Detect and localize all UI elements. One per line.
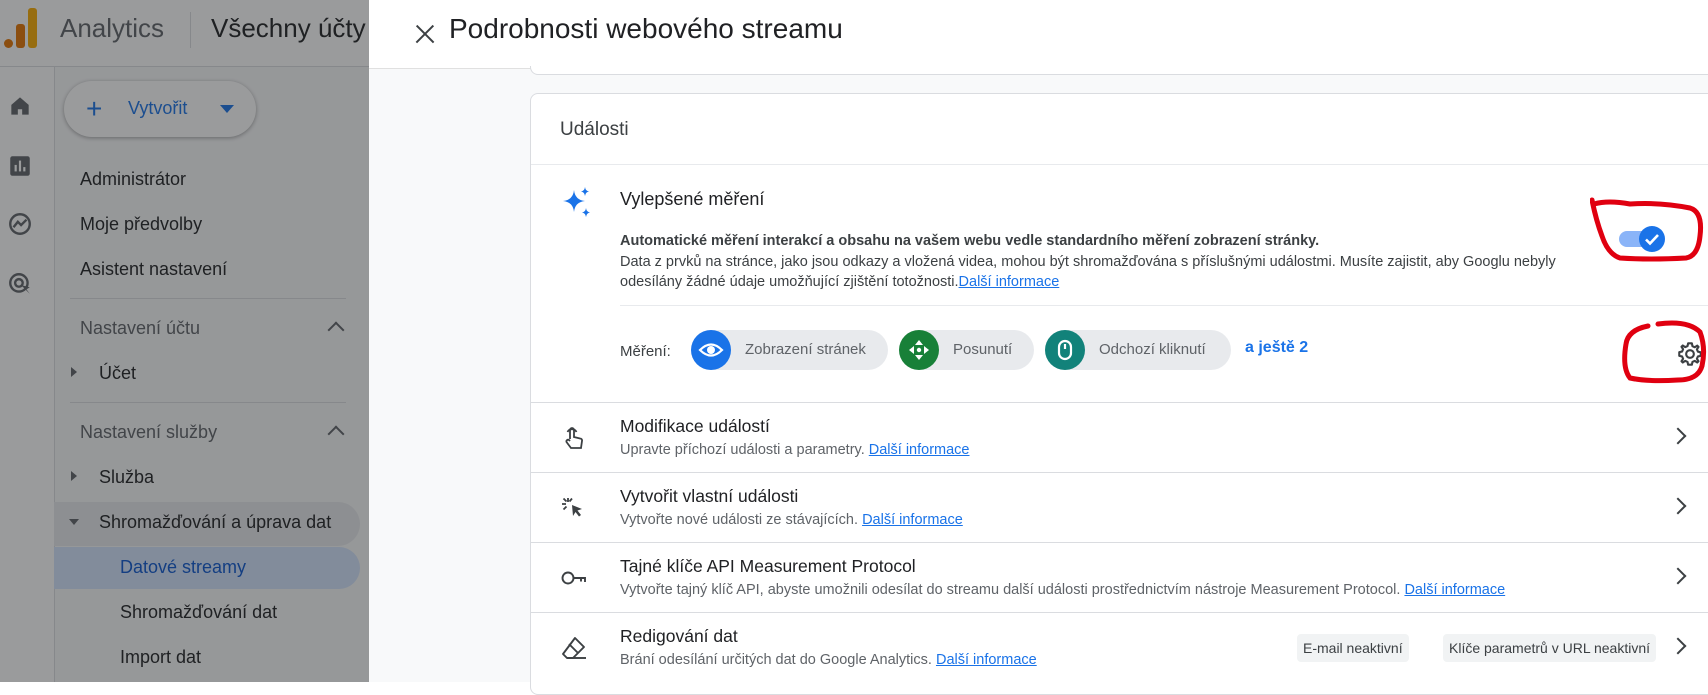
click-sparkle-icon — [562, 497, 582, 517]
row-title: Tajné klíče API Measurement Protocol — [620, 556, 916, 576]
gear-icon[interactable] — [1676, 340, 1704, 368]
divider — [620, 305, 1708, 306]
touch-icon — [565, 427, 583, 449]
previous-card — [530, 66, 1708, 75]
row-description: Vytvořte tajný klíč API, abyste umožnili… — [620, 582, 1505, 598]
url-params-status-badge: Klíče parametrů v URL neaktivní — [1443, 634, 1657, 662]
learn-more-link[interactable]: Další informace — [1404, 582, 1505, 598]
enhanced-measurement-toggle[interactable] — [1615, 225, 1665, 253]
mouse-icon — [1045, 330, 1085, 370]
sheet-title: Podrobnosti webového streamu — [449, 13, 843, 44]
chip-page-views[interactable]: Zobrazení stránek — [691, 330, 888, 370]
sheet-header: Podrobnosti webového streamu — [369, 0, 1708, 69]
chip-label: Posunutí — [953, 341, 1013, 358]
events-card-header: Události — [531, 94, 1708, 165]
row-modify-events[interactable]: Modifikace událostí Upravte příchozí udá… — [531, 402, 1708, 472]
toggle-thumb — [1639, 226, 1665, 252]
move-icon — [899, 330, 939, 370]
events-card-title: Události — [560, 119, 629, 140]
enhanced-measurement-title: Vylepšené měření — [620, 189, 765, 209]
chevron-right-icon — [1669, 427, 1687, 445]
row-desc-text: Vytvořte nové události ze stávajících. — [620, 512, 859, 528]
enhanced-measurement-description: Data z prvků na stránce, jako jsou odkaz… — [620, 252, 1580, 292]
row-desc-text: Upravte příchozí události a parametry. — [620, 442, 865, 458]
row-desc-text: Brání odesílání určitých dat do Google A… — [620, 652, 932, 668]
row-description: Vytvořte nové události ze stávajících. D… — [620, 512, 963, 528]
enhanced-measurement-desc-text: Data z prvků na stránce, jako jsou odkaz… — [620, 254, 1556, 290]
learn-more-link[interactable]: Další informace — [959, 274, 1060, 290]
chip-scrolls[interactable]: Posunutí — [899, 330, 1034, 370]
email-status-badge: E-mail neaktivní — [1297, 634, 1409, 662]
chip-outbound-clicks[interactable]: Odchozí kliknutí — [1045, 330, 1231, 370]
enhanced-measurement-summary: Automatické měření interakcí a obsahu na… — [620, 233, 1320, 249]
chip-label: Zobrazení stránek — [745, 341, 866, 358]
chevron-right-icon — [1669, 567, 1687, 585]
measurement-label: Měření: — [620, 343, 671, 360]
eraser-icon — [562, 637, 586, 659]
row-description: Upravte příchozí události a parametry. D… — [620, 442, 970, 458]
row-create-custom-events[interactable]: Vytvořit vlastní události Vytvořte nové … — [531, 472, 1708, 542]
chevron-right-icon — [1669, 637, 1687, 655]
row-data-redaction[interactable]: Redigování dat Brání odesílání určitých … — [531, 612, 1708, 682]
chevron-right-icon — [1669, 497, 1687, 515]
learn-more-link[interactable]: Další informace — [869, 442, 970, 458]
web-stream-details-sheet: Podrobnosti webového streamu Události Vy… — [369, 0, 1708, 695]
key-icon — [561, 571, 586, 585]
row-measurement-protocol-secrets[interactable]: Tajné klíče API Measurement Protocol Vyt… — [531, 542, 1708, 612]
row-title: Redigování dat — [620, 626, 738, 646]
learn-more-link[interactable]: Další informace — [862, 512, 963, 528]
row-title: Vytvořit vlastní události — [620, 486, 799, 506]
sparkle-icon — [563, 187, 590, 217]
more-measurements-link[interactable]: a ještě 2 — [1245, 339, 1308, 357]
row-desc-text: Vytvořte tajný klíč API, abyste umožnili… — [620, 582, 1401, 598]
row-description: Brání odesílání určitých dat do Google A… — [620, 652, 1037, 668]
check-icon — [1645, 234, 1659, 246]
chip-label: Odchozí kliknutí — [1099, 341, 1206, 358]
events-card: Události Vylepšené měření Automatické mě… — [530, 93, 1708, 695]
close-icon[interactable] — [405, 14, 445, 54]
eye-icon — [691, 330, 731, 370]
learn-more-link[interactable]: Další informace — [936, 652, 1037, 668]
row-title: Modifikace událostí — [620, 416, 770, 436]
